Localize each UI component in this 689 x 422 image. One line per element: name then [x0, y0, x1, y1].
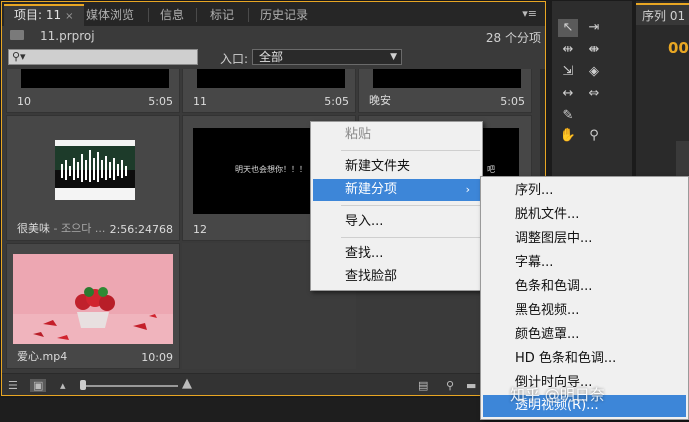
rolling-edit-tool-icon[interactable]: ⇼ — [584, 41, 604, 59]
menu-item-new-item-label: 新建分项 — [345, 182, 398, 197]
menu-item-import[interactable]: 导入... — [313, 211, 480, 233]
submenu-item-offline-file[interactable]: 脱机文件... — [483, 204, 686, 226]
clip-thumbnail — [21, 69, 169, 88]
hand-tool-icon[interactable]: ✋ — [558, 127, 578, 145]
menu-item-find-faces[interactable]: 查找脸部 — [313, 266, 480, 288]
zoom-slider-track[interactable] — [80, 385, 178, 387]
slide-tool-icon[interactable]: ⇔ — [584, 85, 604, 103]
menu-item-find[interactable]: 查找... — [313, 243, 480, 265]
media-item[interactable]: 爱心.mp4 10:09 — [6, 243, 180, 369]
tools-panel: ↖ ⇥ ⇹ ⇼ ⇲ ◈ ↔ ⇔ ✎ ✋ ⚲ — [552, 1, 632, 161]
close-icon[interactable]: × — [65, 11, 73, 22]
zoom-slider-handle[interactable] — [80, 380, 86, 390]
entry-select[interactable]: 全部 ▼ — [252, 49, 402, 65]
waveform-icon — [55, 140, 135, 200]
media-item[interactable]: 11 5:05 — [182, 69, 356, 113]
media-item-name: 很美味 - 조으다 ... — [17, 222, 106, 235]
media-item-duration: 5:05 — [500, 95, 525, 108]
menu-item-new-item[interactable]: 新建分项 › — [313, 179, 480, 201]
submenu-item-color-matte[interactable]: 颜色遮罩... — [483, 324, 686, 346]
search-input[interactable]: ⚲▾ — [8, 49, 198, 65]
automate-icon[interactable]: ▤ — [418, 379, 428, 392]
submenu-item-hd-bars-and-tone[interactable]: HD 色条和色调... — [483, 348, 686, 370]
submenu-item-sequence[interactable]: 序列... — [483, 180, 686, 202]
media-item-duration: 5:05 — [148, 95, 173, 108]
media-item-name: 晚安 — [369, 94, 391, 107]
entry-select-value: 全部 — [259, 50, 284, 64]
media-item-name: 12 — [193, 223, 207, 236]
project-file-row: 11.prproj 28 个分项 — [2, 26, 545, 46]
pen-tool-icon[interactable]: ✎ — [558, 107, 578, 125]
item-count: 28 个分项 — [485, 31, 541, 45]
media-item-name: 10 — [17, 95, 31, 108]
media-item-name: 11 — [193, 95, 207, 108]
media-item-duration: 2:56:24768 — [109, 223, 173, 236]
ripple-edit-tool-icon[interactable]: ⇹ — [558, 41, 578, 59]
folder-icon[interactable] — [10, 30, 24, 40]
panel-tabbar: 项目: 11 × 媒体浏览 信息 标记 历史记录 ▾≡ — [2, 2, 545, 26]
tab-project[interactable]: 项目: 11 × — [4, 4, 84, 26]
entry-label: 入口: — [220, 52, 249, 66]
submenu-item-black-video[interactable]: 黑色视频... — [483, 300, 686, 322]
panel-menu-icon[interactable]: ▾≡ — [522, 7, 537, 20]
media-item-duration: 10:09 — [141, 351, 173, 364]
icon-view-icon[interactable]: ▣ — [30, 379, 47, 392]
razor-tool-icon[interactable]: ◈ — [584, 63, 604, 81]
clip-thumbnail — [13, 254, 173, 344]
new-bin-icon[interactable]: ▬ — [466, 379, 476, 392]
tab-media-browser[interactable]: 媒体浏览 — [76, 4, 144, 26]
search-icon[interactable]: ⚲▾ — [12, 50, 26, 63]
watermark: 知乎 @明日奈 — [510, 386, 605, 404]
project-bottom-bar: ☰ ▣ ▴ ▲ ▤ ⚲ ▬ — [2, 373, 545, 395]
thumbnail-text: 吧 — [487, 165, 495, 174]
timecode-display[interactable]: 00: — [668, 39, 689, 57]
selection-tool-icon[interactable]: ↖ — [558, 19, 578, 37]
tab-sequence[interactable]: 序列 01 — [636, 3, 689, 25]
zoom-in-icon[interactable]: ▲ — [182, 376, 192, 391]
context-menu: 粘贴 新建文件夹 新建分项 › 导入... 查找... 查找脸部 — [310, 121, 483, 291]
submenu-item-bars-and-tone[interactable]: 色条和色调... — [483, 276, 686, 298]
thumbnail-text: 明天也会想你！！！ — [235, 165, 307, 174]
clip-thumbnail — [197, 69, 345, 88]
clip-thumbnail — [373, 69, 521, 88]
zoom-tool-icon[interactable]: ⚲ — [584, 127, 604, 145]
menu-item-paste[interactable]: 粘贴 — [313, 124, 480, 146]
media-item[interactable]: 晚安 5:05 — [358, 69, 532, 113]
chevron-down-icon: ▼ — [390, 52, 397, 62]
media-item[interactable]: 10 5:05 — [6, 69, 180, 113]
zoom-out-icon[interactable]: ▴ — [60, 379, 66, 392]
media-item-duration: 5:05 — [324, 95, 349, 108]
submenu-item-adjustment-layer[interactable]: 调整图层中... — [483, 228, 686, 250]
find-icon[interactable]: ⚲ — [446, 379, 454, 392]
track-select-tool-icon[interactable]: ⇥ — [584, 19, 604, 37]
submenu-item-title[interactable]: 字幕... — [483, 252, 686, 274]
menu-item-new-bin[interactable]: 新建文件夹 — [313, 156, 480, 178]
rate-stretch-tool-icon[interactable]: ⇲ — [558, 63, 578, 81]
slip-tool-icon[interactable]: ↔ — [558, 85, 578, 103]
tab-project-label: 项目: 11 — [14, 8, 62, 22]
media-item-name: 爱心.mp4 — [17, 350, 68, 363]
tab-markers[interactable]: 标记 — [200, 4, 244, 26]
clip-thumbnail — [55, 140, 135, 200]
list-view-icon[interactable]: ☰ — [8, 379, 18, 392]
hearts-image — [13, 254, 173, 344]
tab-info[interactable]: 信息 — [150, 4, 194, 26]
media-item[interactable]: 很美味 - 조으다 ... 2:56:24768 — [6, 115, 180, 241]
tab-history[interactable]: 历史记录 — [250, 4, 318, 26]
chevron-right-icon: › — [465, 183, 470, 196]
project-file-name: 11.prproj — [40, 29, 95, 43]
